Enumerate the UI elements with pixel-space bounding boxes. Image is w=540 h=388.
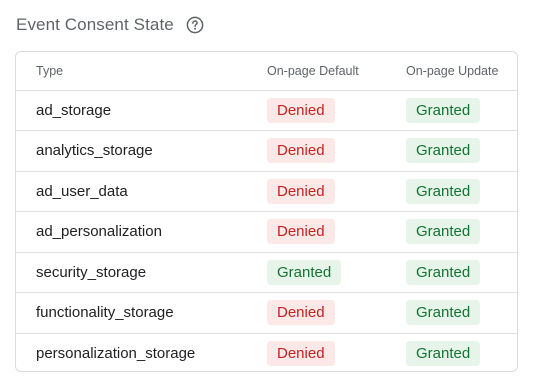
- consent-table: Type On-page Default On-page Update ad_s…: [16, 52, 517, 371]
- section-title: Event Consent State: [16, 15, 174, 34]
- status-badge: Denied: [267, 219, 335, 245]
- status-badge: Granted: [406, 259, 481, 285]
- consent-type: functionality_storage: [16, 292, 267, 334]
- table-row: personalization_storage Denied Granted: [16, 333, 517, 371]
- consent-type: personalization_storage: [36, 345, 196, 362]
- section-header: Event Consent State: [16, 13, 204, 37]
- consent-type: ad_storage: [16, 90, 267, 131]
- status-badge: Granted: [406, 300, 481, 326]
- status-badge: Granted: [406, 138, 481, 164]
- status-badge: Granted: [406, 178, 481, 204]
- status-badge: Denied: [267, 300, 335, 326]
- table-row: functionality_storage Denied Granted: [16, 292, 517, 334]
- column-header-default: On-page Default: [267, 52, 406, 91]
- consent-type: ad_personalization: [16, 211, 267, 253]
- table-row: ad_personalization Denied Granted: [16, 211, 517, 253]
- column-header-type: Type: [16, 52, 267, 91]
- table-row: security_storage Granted Granted: [16, 252, 517, 293]
- help-circle-icon[interactable]: [186, 16, 204, 34]
- consent-panel: Event Consent State Type On-page Default…: [0, 0, 540, 388]
- consent-type: ad_user_data: [16, 171, 267, 212]
- status-badge: Granted: [406, 97, 481, 123]
- consent-table-card: Type On-page Default On-page Update ad_s…: [15, 51, 518, 372]
- consent-type: analytics_storage: [16, 130, 267, 172]
- status-badge: Granted: [406, 219, 481, 245]
- table-header-row: Type On-page Default On-page Update: [16, 52, 517, 91]
- column-header-update: On-page Update: [406, 52, 517, 91]
- table-row: analytics_storage Denied Granted: [16, 130, 517, 172]
- status-badge: Granted: [406, 341, 481, 366]
- status-badge: Denied: [267, 178, 335, 204]
- status-badge: Denied: [267, 138, 335, 164]
- table-row: ad_user_data Denied Granted: [16, 171, 517, 212]
- status-badge: Granted: [267, 259, 342, 285]
- table-row: ad_storage Denied Granted: [16, 90, 517, 131]
- status-badge: Denied: [267, 97, 335, 123]
- status-badge: Denied: [267, 341, 335, 366]
- consent-type: security_storage: [16, 252, 267, 293]
